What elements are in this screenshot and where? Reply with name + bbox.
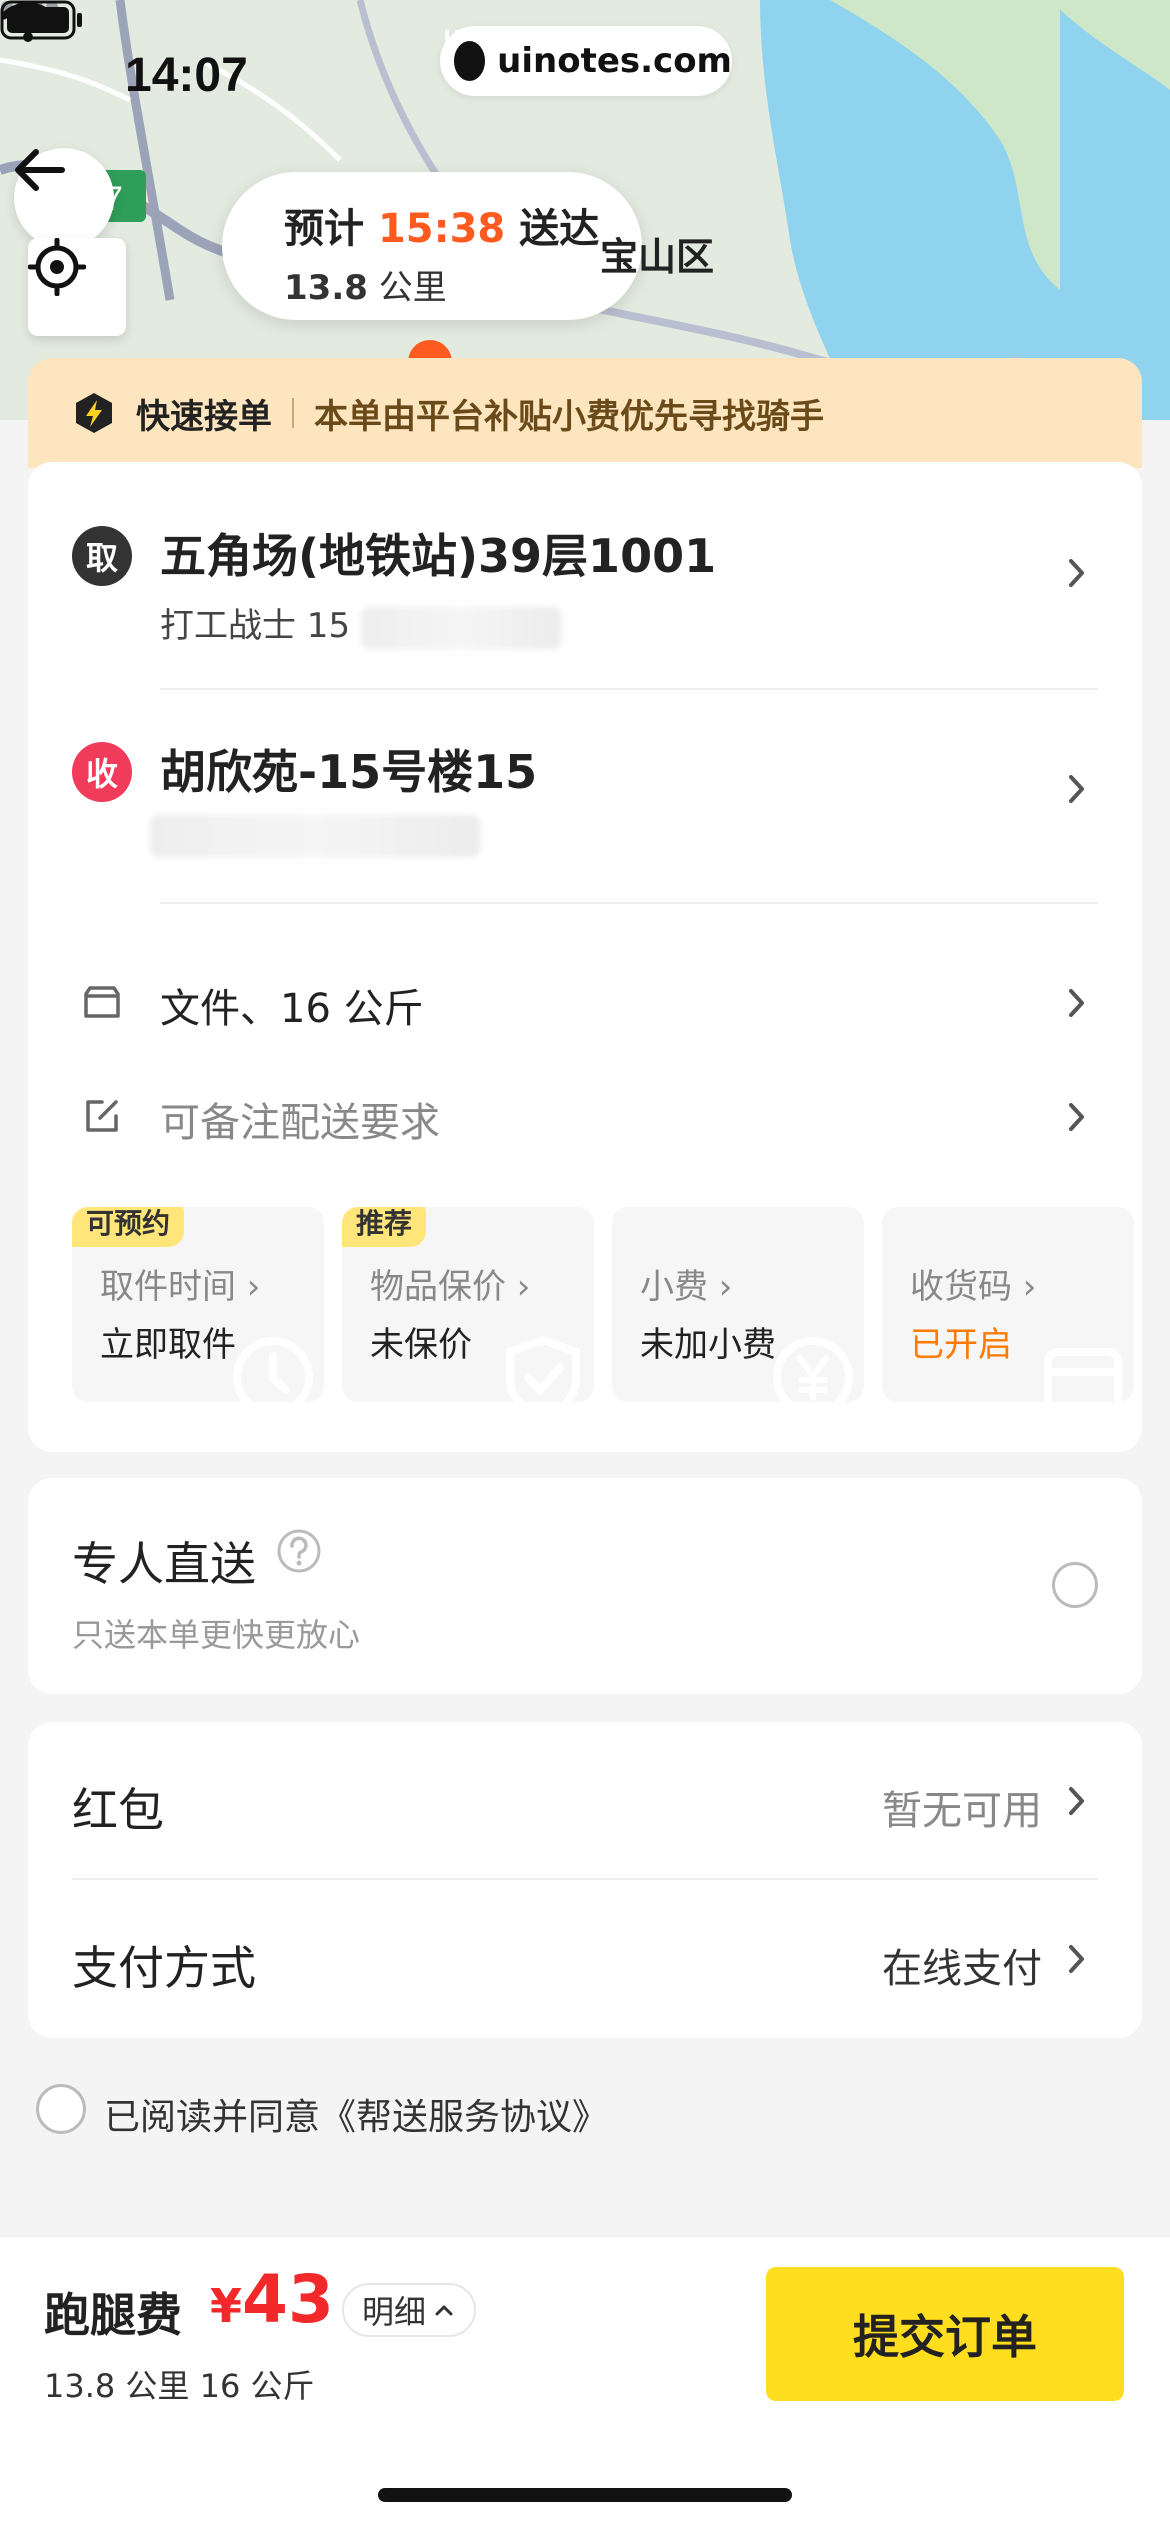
agreement-checkbox[interactable] <box>36 2084 86 2134</box>
tile-tag: 可预约 <box>72 1207 185 1247</box>
chevron-right-icon <box>1069 1787 1084 1815</box>
pickup-address-row[interactable]: 取 五角场(地铁站)39层1001 打工战士 15 <box>28 462 1142 690</box>
chevron-right-icon <box>1069 1103 1084 1131</box>
map-view[interactable]: 7 14:07 uinotes.com <box>0 0 1170 420</box>
dropoff-address: 胡欣苑-15号楼15 <box>160 745 538 799</box>
distance-value: 13.8 <box>284 268 368 308</box>
dropoff-contact-blurred <box>150 814 480 857</box>
chevron-up-icon <box>435 2305 453 2316</box>
lightning-badge-icon <box>76 393 112 433</box>
tile-value: 未保价 <box>370 1325 472 1365</box>
tile-label: 小费 › <box>640 1267 733 1307</box>
chevron-right-icon <box>1069 1945 1084 1973</box>
clock-icon <box>233 1337 313 1402</box>
banner-text: 本单由平台补贴小费优先寻找骑手 <box>314 396 824 437</box>
tile-tag: 推荐 <box>342 1207 427 1247</box>
eta-bubble: 预计 15:38 送达 13.8 公里 <box>222 172 642 320</box>
status-bar: 14:07 uinotes.com <box>0 0 1170 140</box>
submit-order-button[interactable]: 提交订单 <box>766 2267 1124 2401</box>
back-button[interactable] <box>14 148 114 248</box>
fee-amount: 43 <box>242 2261 334 2338</box>
eta-suffix: 送达 <box>519 206 600 252</box>
eta-prefix: 预计 <box>284 206 364 252</box>
home-indicator[interactable] <box>378 2488 792 2502</box>
divider <box>160 902 1098 904</box>
dropoff-contact <box>150 814 480 857</box>
direct-delivery-radio[interactable] <box>1052 1562 1098 1608</box>
delivery-note-row[interactable]: 可备注配送要求 <box>28 1066 1142 1166</box>
fee-label: 跑腿费 <box>44 2288 182 2342</box>
tile-receipt-code[interactable]: 收货码 › 已开启 <box>882 1207 1134 1402</box>
direct-delivery-subtitle: 只送本单更快更放心 <box>72 1616 361 1654</box>
eta-distance: 13.8 公里 <box>284 260 642 309</box>
banner-title: 快速接单 <box>136 396 272 437</box>
order-card: 取 五角场(地铁站)39层1001 打工战士 15 收 胡欣苑-15号楼15 文… <box>28 462 1142 1452</box>
box-icon <box>1044 1348 1122 1402</box>
item-info-text: 文件、16 公斤 <box>160 986 424 1032</box>
delivery-note-text: 可备注配送要求 <box>160 1100 440 1146</box>
site-text: uinotes.com <box>497 41 732 81</box>
chevron-right-icon <box>1069 775 1084 803</box>
payment-method-label: 支付方式 <box>72 1941 256 1995</box>
status-time: 14:07 <box>125 49 248 102</box>
pickup-contact: 打工战士 15 <box>160 598 561 649</box>
distance-unit: 公里 <box>378 268 447 308</box>
site-logo-icon <box>445 30 486 81</box>
tile-tip[interactable]: 小费 › 未加小费 <box>612 1207 864 1402</box>
pickup-contact-text: 打工战士 15 <box>160 606 351 646</box>
tile-value: 未加小费 <box>640 1325 776 1365</box>
battery-icon <box>0 0 82 40</box>
dropoff-address-row[interactable]: 收 胡欣苑-15号楼15 <box>28 678 1142 904</box>
tile-label: 物品保价 › <box>370 1267 531 1307</box>
district-label: 宝山区 <box>600 235 715 279</box>
chevron-right-icon <box>1069 559 1084 587</box>
payment-card: 红包 暂无可用 支付方式 在线支付 <box>28 1722 1142 2038</box>
fee-currency: ¥ <box>210 2279 243 2333</box>
tile-label: 收货码 › <box>910 1267 1037 1307</box>
red-packet-value: 暂无可用 <box>882 1788 1042 1834</box>
shield-check-icon <box>506 1335 580 1402</box>
fast-pickup-banner: 快速接单 本单由平台补贴小费优先寻找骑手 <box>28 358 1142 468</box>
agreement-row[interactable]: 已阅读并同意《帮送服务协议》 <box>36 2084 736 2140</box>
package-icon <box>84 986 120 1018</box>
chevron-right-icon <box>1069 989 1084 1017</box>
yen-coin-icon <box>773 1337 853 1402</box>
fee-summary: 13.8 公里 16 公斤 <box>44 2367 315 2405</box>
payment-method-value: 在线支付 <box>882 1946 1042 1992</box>
pickup-address: 五角场(地铁站)39层1001 <box>160 529 717 583</box>
tile-pickup-time[interactable]: 可预约 取件时间 › 立即取件 <box>72 1207 324 1402</box>
fee-detail-button[interactable]: 明细 <box>342 2283 477 2337</box>
fee-detail-label: 明细 <box>362 2293 427 2331</box>
locate-button[interactable] <box>28 238 126 336</box>
tile-value: 已开启 <box>910 1325 1012 1365</box>
direct-delivery-title: 专人直送 <box>72 1537 256 1591</box>
item-info-row[interactable]: 文件、16 公斤 <box>28 952 1142 1052</box>
eta-line: 预计 15:38 送达 <box>284 196 642 254</box>
crosshair-icon <box>28 238 86 296</box>
pickup-badge: 取 <box>72 526 132 586</box>
site-pill: uinotes.com <box>440 26 732 96</box>
tile-value: 立即取件 <box>100 1325 236 1365</box>
fee-price: ¥43 <box>210 2261 334 2338</box>
pickup-phone-blurred <box>360 606 561 649</box>
payment-method-row[interactable]: 支付方式 在线支付 <box>28 1880 1142 2038</box>
red-packet-label: 红包 <box>72 1783 164 1837</box>
eta-time: 15:38 <box>377 206 506 252</box>
agreement-text[interactable]: 已阅读并同意《帮送服务协议》 <box>104 2088 608 2140</box>
banner-separator <box>292 398 294 428</box>
edit-note-icon <box>86 1100 118 1132</box>
tile-insurance[interactable]: 推荐 物品保价 › 未保价 <box>342 1207 594 1402</box>
arrow-left-icon <box>15 149 65 191</box>
help-icon[interactable] <box>276 1528 322 1574</box>
dropoff-badge: 收 <box>72 742 132 802</box>
direct-delivery-card[interactable]: 专人直送 只送本单更快更放心 <box>28 1478 1142 1694</box>
service-tiles: 可预约 取件时间 › 立即取件 推荐 物品保价 › 未保价 小费 › 未加小费 <box>72 1207 1152 1417</box>
red-packet-row[interactable]: 红包 暂无可用 <box>28 1722 1142 1880</box>
tile-label: 取件时间 › <box>100 1267 261 1307</box>
